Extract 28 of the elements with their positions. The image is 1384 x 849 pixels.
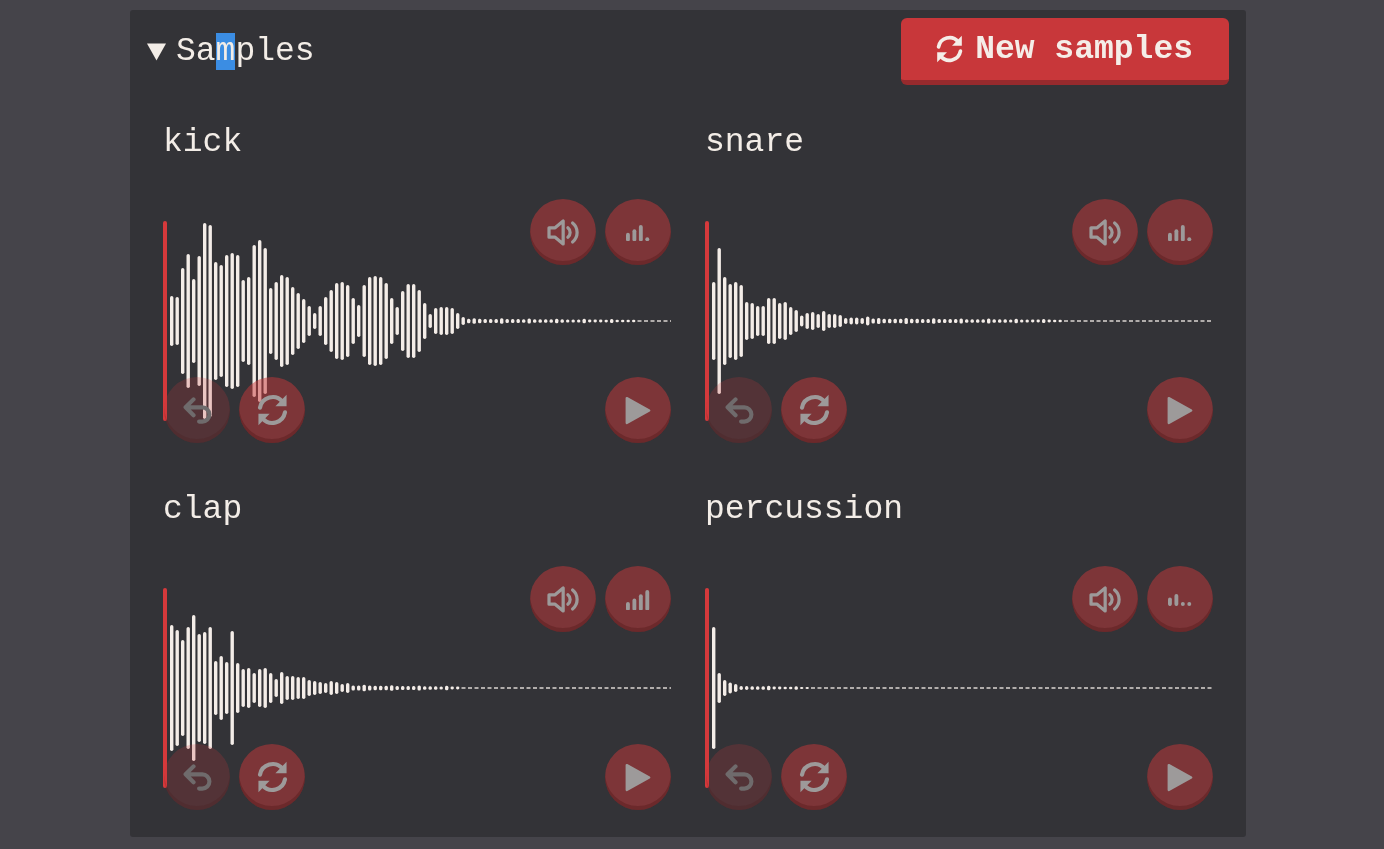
- speaker-icon: [1088, 585, 1122, 613]
- speaker-icon: [546, 585, 580, 613]
- signal-bars-icon: [1168, 593, 1192, 607]
- refresh-icon: [256, 761, 288, 793]
- refresh-icon: [936, 35, 964, 63]
- undo-icon: [182, 396, 212, 424]
- section-title: Samples: [176, 32, 315, 71]
- undo-icon: [724, 763, 754, 791]
- sample-name: snare: [705, 123, 806, 163]
- speaker-icon: [1088, 218, 1122, 246]
- sample-name: kick: [163, 123, 244, 163]
- sample-name: percussion: [705, 490, 905, 530]
- signal-bars-icon: [626, 224, 650, 242]
- undo-icon: [724, 396, 754, 424]
- play-icon: [1167, 762, 1193, 792]
- refresh-icon: [798, 761, 830, 793]
- play-icon: [625, 395, 651, 425]
- disclosure-triangle-icon[interactable]: [147, 42, 166, 61]
- refresh-icon: [798, 394, 830, 426]
- sample-name: clap: [163, 490, 244, 530]
- speaker-icon: [546, 218, 580, 246]
- undo-icon: [182, 763, 212, 791]
- play-icon: [1167, 395, 1193, 425]
- refresh-icon: [256, 394, 288, 426]
- signal-bars-icon: [626, 589, 650, 611]
- new-samples-button[interactable]: New samples: [901, 18, 1229, 85]
- signal-bars-icon: [1168, 224, 1192, 242]
- play-icon: [625, 762, 651, 792]
